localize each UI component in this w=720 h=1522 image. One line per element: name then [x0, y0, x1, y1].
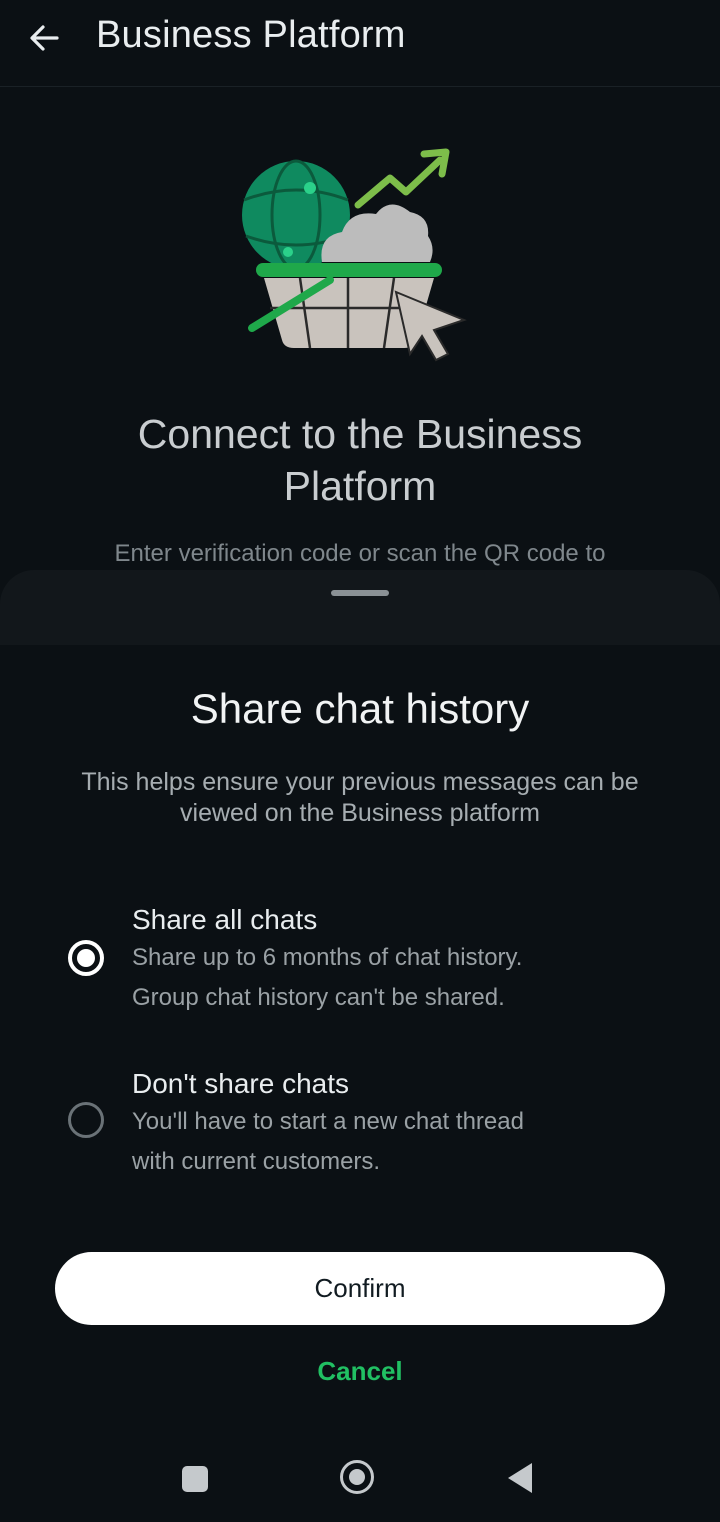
arrow-left-icon	[30, 25, 59, 51]
option-title: Don't share chats	[132, 1068, 350, 1099]
sheet-title: Share chat history	[190, 685, 530, 732]
confirm-button[interactable]: Confirm	[55, 1252, 665, 1325]
home-circle-icon[interactable]	[340, 1460, 374, 1494]
option-description-line2: Group chat history can't be shared.	[132, 984, 505, 1011]
system-nav-bar	[0, 1440, 720, 1522]
connect-headline: Connect to the Business Platform	[137, 411, 583, 509]
drag-handle[interactable]	[331, 590, 389, 596]
cancel-button[interactable]: Cancel	[260, 1356, 460, 1396]
sheet-description: This helps ensure your previous messages…	[81, 768, 639, 827]
triangle-back-icon[interactable]	[508, 1463, 532, 1493]
option-description-line1: Share up to 6 months of chat history.	[132, 944, 523, 971]
business-platform-illustration	[230, 140, 480, 370]
option-title: Share all chats	[132, 904, 318, 935]
app-bar: Business Platform	[0, 0, 720, 87]
square-icon[interactable]	[182, 1466, 208, 1492]
sheet-header	[0, 570, 720, 645]
option-description-line2: with current customers.	[132, 1148, 381, 1175]
share-chat-history-sheet: Share chat history This helps ensure you…	[0, 570, 720, 1522]
option-description-line1: You'll have to start a new chat thread	[132, 1108, 524, 1135]
radio-selected-icon[interactable]	[68, 940, 104, 976]
connect-subline: Enter verification code or scan the QR c…	[114, 540, 606, 567]
page-title: Business Platform	[96, 14, 406, 56]
back-button[interactable]	[22, 16, 66, 60]
option-dont-share-chats[interactable]: Don't share chats You'll have to start a…	[0, 1064, 720, 1214]
radio-unselected-icon[interactable]	[68, 1102, 104, 1138]
option-share-all-chats[interactable]: Share all chats Share up to 6 months of …	[0, 900, 720, 1050]
